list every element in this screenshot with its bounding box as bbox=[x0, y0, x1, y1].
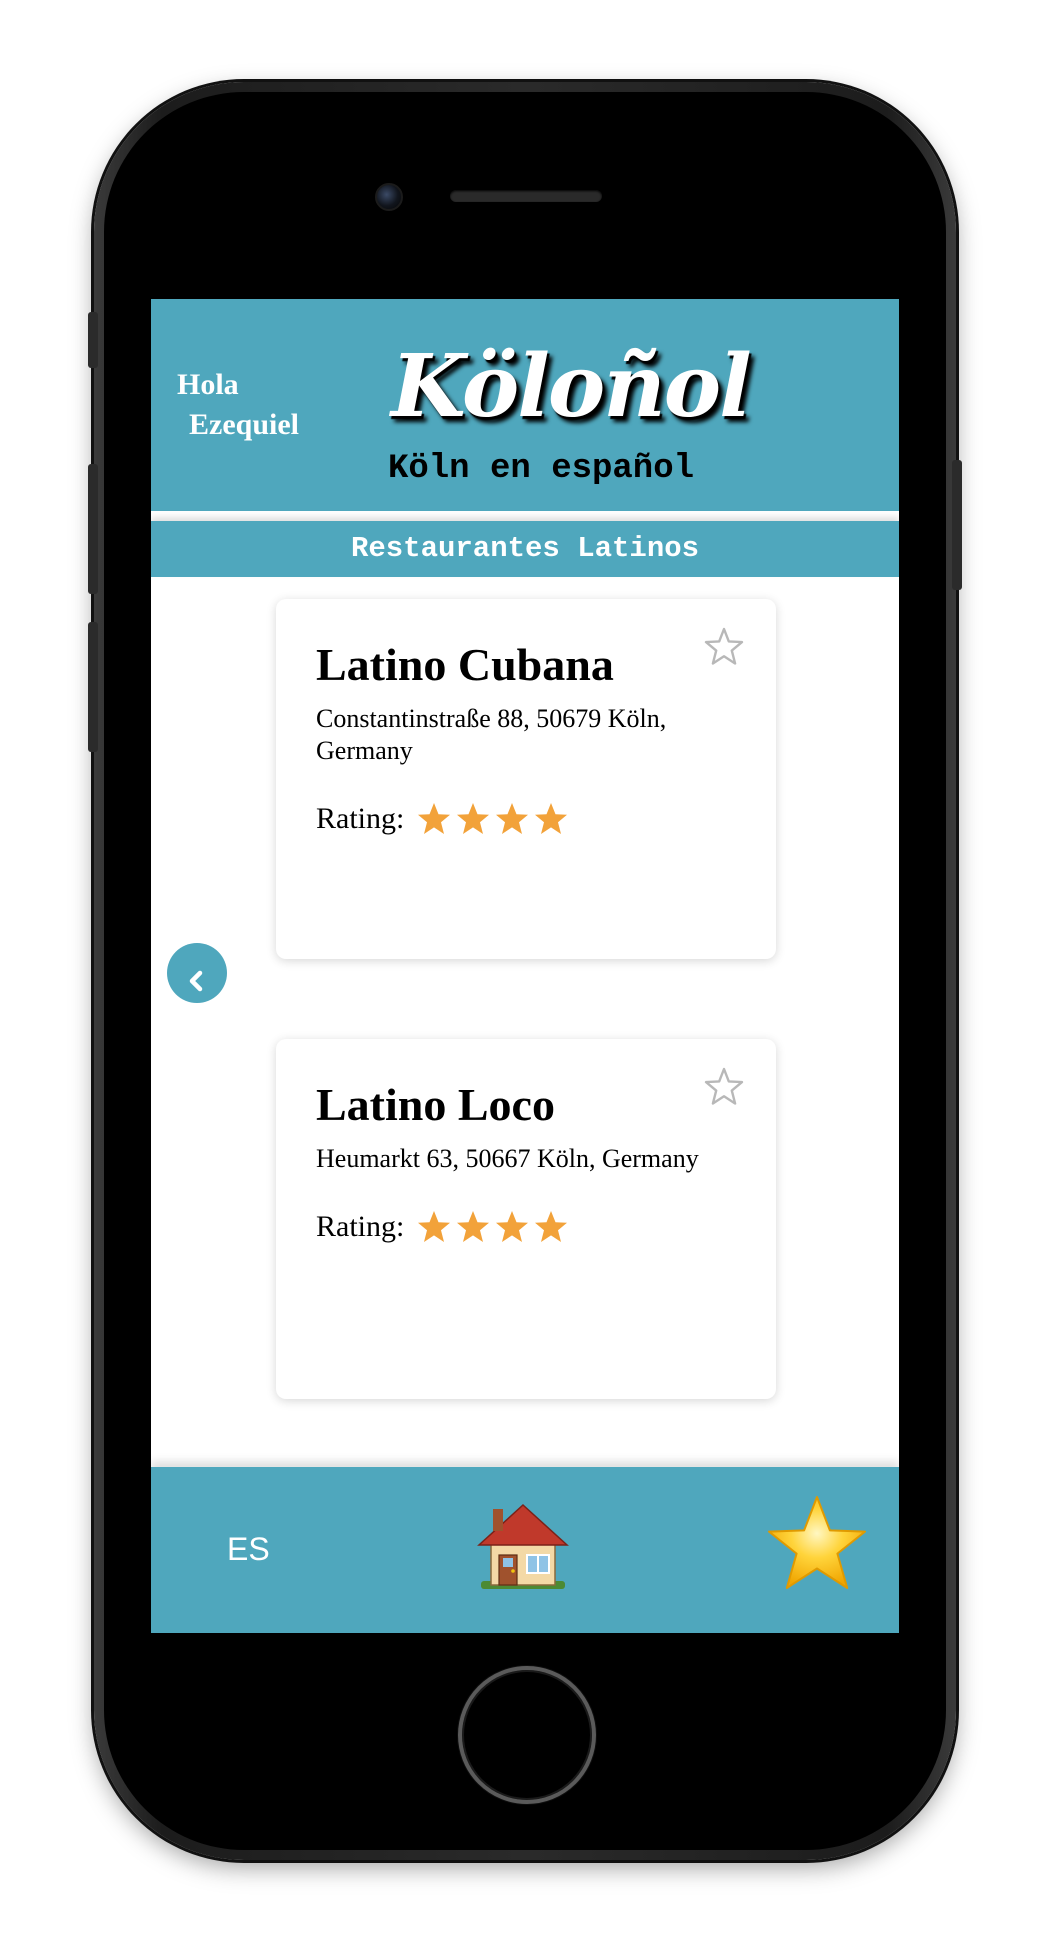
app-logo: Köloñol bbox=[391, 336, 752, 437]
restaurant-address: Heumarkt 63, 50667 Köln, Germany bbox=[316, 1144, 699, 1173]
section-header: Restaurantes Latinos bbox=[151, 521, 899, 577]
restaurant-card[interactable]: Latino Cubana Constantinstraße 88, 50679… bbox=[276, 599, 776, 959]
language-toggle[interactable]: ES bbox=[227, 1529, 270, 1569]
mute-switch bbox=[88, 312, 98, 368]
app-tagline: Köln en español bbox=[387, 450, 695, 488]
greeting-hello: Hola bbox=[177, 368, 239, 401]
favorite-star-icon[interactable] bbox=[702, 625, 746, 669]
rating-star-icon bbox=[457, 1211, 490, 1242]
house-icon[interactable] bbox=[473, 1495, 573, 1595]
star-icon[interactable] bbox=[765, 1493, 869, 1597]
greeting-username: Ezequiel bbox=[189, 408, 299, 441]
back-button[interactable] bbox=[167, 943, 227, 1003]
front-camera bbox=[375, 183, 403, 211]
bottom-nav: ES bbox=[151, 1467, 899, 1633]
rating-star-icon bbox=[535, 803, 568, 834]
rating-star-icon bbox=[418, 1211, 451, 1242]
restaurant-address: Constantinstraße 88, 50679 Köln, Germany bbox=[316, 704, 667, 765]
volume-down-button bbox=[88, 622, 98, 752]
rating-star-icon bbox=[457, 803, 490, 834]
restaurant-name: Latino Cubana bbox=[316, 639, 614, 690]
chevron-left-icon bbox=[189, 970, 203, 991]
rating-star-icon bbox=[496, 1211, 529, 1242]
restaurant-rating: Rating: bbox=[316, 1207, 572, 1247]
rating-stars bbox=[416, 1209, 572, 1245]
power-button bbox=[952, 460, 962, 590]
rating-label: Rating: bbox=[316, 1210, 405, 1243]
restaurant-card[interactable]: Latino Loco Heumarkt 63, 50667 Köln, Ger… bbox=[276, 1039, 776, 1399]
rating-stars bbox=[416, 801, 572, 837]
restaurant-rating: Rating: bbox=[316, 799, 572, 839]
rating-star-icon bbox=[496, 803, 529, 834]
app-header: Hola Ezequiel Köloñol Köln en español bbox=[151, 299, 899, 511]
earpiece-speaker bbox=[450, 190, 602, 202]
rating-star-icon bbox=[535, 1211, 568, 1242]
rating-label: Rating: bbox=[316, 802, 405, 835]
section-title: Restaurantes Latinos bbox=[350, 532, 700, 565]
rating-star-icon bbox=[418, 803, 451, 834]
volume-up-button bbox=[88, 464, 98, 594]
app-screen: Hola Ezequiel Köloñol Köln en español Re… bbox=[151, 299, 899, 1633]
restaurant-name: Latino Loco bbox=[316, 1079, 555, 1130]
home-button[interactable] bbox=[458, 1666, 596, 1804]
user-greeting: Hola Ezequiel bbox=[177, 365, 299, 445]
favorite-star-icon[interactable] bbox=[702, 1065, 746, 1109]
